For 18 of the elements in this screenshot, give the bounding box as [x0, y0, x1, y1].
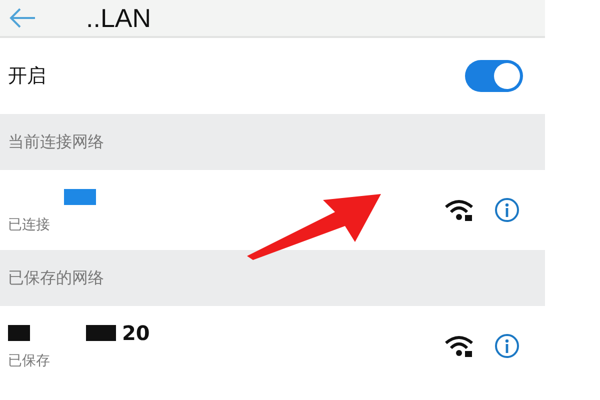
page-title: ..LAN — [86, 2, 152, 34]
network-name: 20 — [122, 321, 150, 345]
redaction-mark — [8, 325, 30, 341]
info-icon[interactable] — [494, 333, 520, 359]
section-title: 已保存的网络 — [8, 268, 104, 288]
info-icon[interactable] — [494, 197, 520, 223]
network-row[interactable]: 20 已保存 — [0, 306, 545, 386]
toggle-label: 开启 — [8, 64, 47, 89]
back-arrow-icon[interactable] — [8, 7, 36, 29]
network-status: 已连接 — [8, 216, 51, 234]
section-title: 当前连接网络 — [8, 132, 104, 152]
wifi-lock-icon — [444, 198, 474, 222]
wifi-lock-icon — [444, 334, 474, 358]
network-row[interactable]: 已连接 — [0, 170, 545, 250]
redaction-mark — [64, 189, 96, 205]
network-status: 已保存 — [8, 352, 51, 370]
redaction-mark — [86, 325, 116, 341]
toggle-switch[interactable] — [465, 60, 523, 92]
